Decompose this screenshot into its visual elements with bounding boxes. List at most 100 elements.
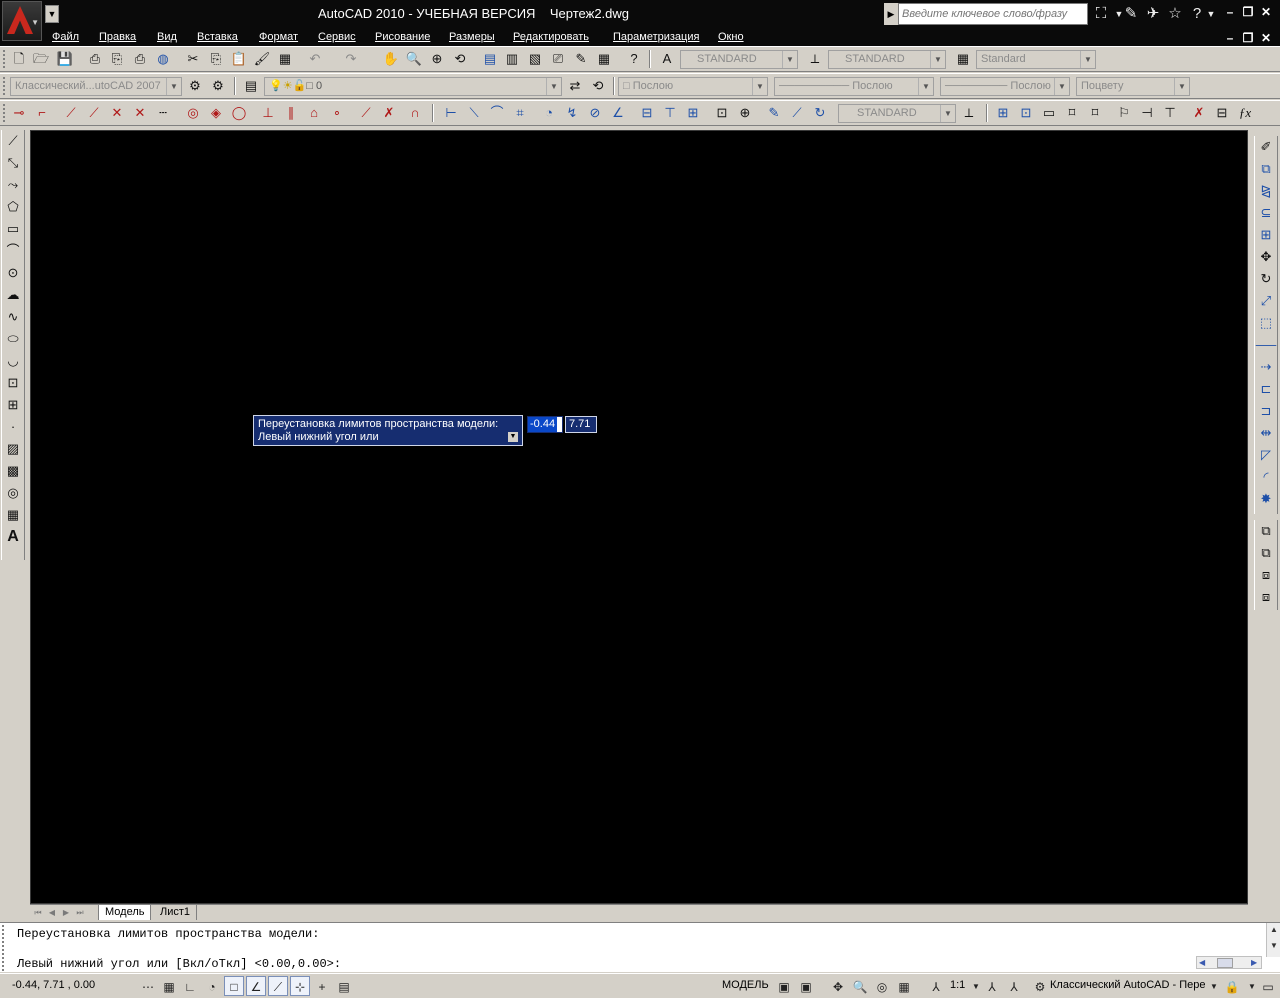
workspace-select[interactable]: Классический...utoCAD 2007 ▼	[10, 77, 182, 96]
coordinates-readout[interactable]: -0.44, 7.71 , 0.00	[12, 979, 95, 991]
snap-apparent-icon[interactable]: ✕	[129, 102, 151, 124]
snap-nearest-icon[interactable]: ⟋	[355, 102, 377, 124]
fillet-icon[interactable]: ◜	[1255, 466, 1277, 488]
param-icon-3[interactable]: ▭	[1038, 102, 1060, 124]
menu-insert[interactable]: Вставка	[197, 31, 238, 43]
make-layer-current-icon[interactable]: ⇄	[564, 75, 586, 97]
dynamic-input-x[interactable]: -0.44	[527, 416, 563, 433]
workspace-settings-icon[interactable]: ⚙	[184, 75, 206, 97]
toolbar-grip[interactable]	[3, 50, 7, 68]
param-icon-1[interactable]: ⊞	[992, 102, 1014, 124]
text-style-select[interactable]: STANDARD ▼	[680, 50, 798, 69]
minimize-icon[interactable]: –	[1222, 30, 1238, 46]
ellipse-arc-icon[interactable]: ◡	[2, 350, 24, 372]
stretch-icon[interactable]: ⬚	[1255, 312, 1277, 334]
dim-continue-icon[interactable]: ⊞	[682, 102, 704, 124]
bring-to-front-icon[interactable]: ⧉	[1255, 520, 1277, 542]
array-icon[interactable]: ⊞	[1255, 224, 1277, 246]
dim-arc-icon[interactable]: ⌒	[486, 102, 508, 124]
clean-screen-icon[interactable]: ▭	[1258, 976, 1278, 996]
properties-icon[interactable]: ▤	[479, 48, 501, 70]
dim-style-icon[interactable]: ⟂	[804, 48, 826, 70]
tab-model[interactable]: Модель	[98, 905, 152, 920]
cut-icon[interactable]: ✂	[182, 48, 204, 70]
dim-angular-icon[interactable]: ∠	[607, 102, 629, 124]
menu-edit[interactable]: Правка	[99, 31, 136, 43]
restore-icon[interactable]: ❐	[1240, 30, 1256, 46]
snap-mode-icon[interactable]: ⋯	[138, 976, 158, 996]
dynamic-input-y[interactable]: 7.71	[565, 416, 597, 433]
construction-line-icon[interactable]: ⤡	[2, 152, 24, 174]
wrench-icon[interactable]: ✎	[1122, 5, 1140, 23]
color-select[interactable]: □ Послою ▼	[618, 77, 768, 96]
param-icon-8[interactable]: ⊤	[1159, 102, 1181, 124]
rectangle-icon[interactable]: ▭	[2, 218, 24, 240]
snap-midpoint-icon[interactable]: ⟋	[83, 102, 105, 124]
quick-view-drawings-icon[interactable]: ▣	[796, 976, 816, 996]
toolbar-lock-icon[interactable]: 🔒	[1222, 976, 1242, 996]
chamfer-icon[interactable]: ◸	[1255, 444, 1277, 466]
auto-scale-icon[interactable]: ⅄	[1004, 976, 1024, 996]
plot-icon[interactable]: ⎙	[84, 48, 106, 70]
dim-aligned-icon[interactable]: ⟍	[463, 102, 485, 124]
snap-parallel-icon[interactable]: ∥	[280, 102, 302, 124]
snap-node-icon[interactable]: ∘	[326, 102, 348, 124]
ortho-mode-icon[interactable]: ∟	[180, 976, 200, 996]
multiline-text-icon[interactable]: A	[2, 526, 24, 548]
polyline-icon[interactable]: ⤳	[2, 174, 24, 196]
param-icon-7[interactable]: ⊣	[1136, 102, 1158, 124]
object-snap-icon[interactable]: □	[224, 976, 244, 996]
dim-linear-icon[interactable]: ⊢	[440, 102, 462, 124]
bring-above-icon[interactable]: ⧈	[1255, 564, 1277, 586]
scroll-thumb[interactable]	[1217, 958, 1233, 968]
showmotion-icon[interactable]: ▦	[894, 976, 914, 996]
zoom-status-icon[interactable]: 🔍	[850, 976, 870, 996]
quick-view-layouts-icon[interactable]: ▣	[774, 976, 794, 996]
send-to-back-icon[interactable]: ⧉	[1255, 542, 1277, 564]
tolerance-icon[interactable]: ⊡	[711, 102, 733, 124]
annotation-scale-icon[interactable]: ⅄	[926, 976, 946, 996]
rotate-icon[interactable]: ↻	[1255, 268, 1277, 290]
point-icon[interactable]: ·	[2, 416, 24, 438]
command-input-line[interactable]: Левый нижний угол или [Вкл/оТкл] <0.00,0…	[17, 957, 341, 971]
scale-icon[interactable]: ⤢	[1255, 290, 1277, 312]
polygon-icon[interactable]: ⬠	[2, 196, 24, 218]
chevron-down-icon[interactable]: ▼	[1204, 976, 1224, 996]
menu-view[interactable]: Вид	[157, 31, 177, 43]
publish-icon[interactable]: ⎙	[129, 48, 151, 70]
3d-dwf-icon[interactable]: ◍	[152, 48, 174, 70]
toolbar-grip[interactable]	[3, 104, 7, 122]
block-editor-icon[interactable]: ▦	[274, 48, 296, 70]
menu-draw[interactable]: Рисование	[375, 31, 430, 43]
spline-icon[interactable]: ∿	[2, 306, 24, 328]
workspace-save-icon[interactable]: ⚙	[207, 75, 229, 97]
favorites-star-icon[interactable]: ☆	[1166, 5, 1184, 23]
command-scrollbar[interactable]: ▲ ▼	[1266, 923, 1280, 957]
menu-window[interactable]: Окно	[718, 31, 744, 43]
help-icon[interactable]: ?	[623, 48, 645, 70]
search-input[interactable]	[898, 3, 1088, 25]
command-line-grip[interactable]	[2, 925, 10, 971]
param-icon-6[interactable]: ⚐	[1113, 102, 1135, 124]
center-mark-icon[interactable]: ⊕	[734, 102, 756, 124]
drawing-area[interactable]: Переустановка лимитов пространства модел…	[30, 130, 1248, 904]
menu-format[interactable]: Формат	[259, 31, 298, 43]
snap-insert-icon[interactable]: ⌂	[303, 102, 325, 124]
steering-wheel-icon[interactable]: ◎	[872, 976, 892, 996]
annotation-scale-value[interactable]: 1:1	[950, 979, 965, 991]
workspace-switch[interactable]: Классический AutoCAD - Пере	[1050, 979, 1205, 991]
plotstyle-select[interactable]: Поцвету ▼	[1076, 77, 1190, 96]
toolbar-grip[interactable]	[3, 77, 7, 95]
dim-style-manager-icon[interactable]: ⟂	[958, 102, 980, 124]
lineweight-toggle-icon[interactable]: +	[312, 976, 332, 996]
trim-icon[interactable]: ⸺	[1255, 334, 1277, 356]
snap-intersection-icon[interactable]: ✕	[106, 102, 128, 124]
close-icon[interactable]: ✕	[1258, 30, 1274, 46]
pan-status-icon[interactable]: ✥	[828, 976, 848, 996]
menu-parametric[interactable]: Параметризация	[613, 31, 699, 43]
dim-edit-icon[interactable]: ✎	[763, 102, 785, 124]
menu-dimension[interactable]: Размеры	[449, 31, 495, 43]
send-under-icon[interactable]: ⧈	[1255, 586, 1277, 608]
table-style-select[interactable]: Standard ▼	[976, 50, 1096, 69]
layer-previous-icon[interactable]: ⟲	[587, 75, 609, 97]
